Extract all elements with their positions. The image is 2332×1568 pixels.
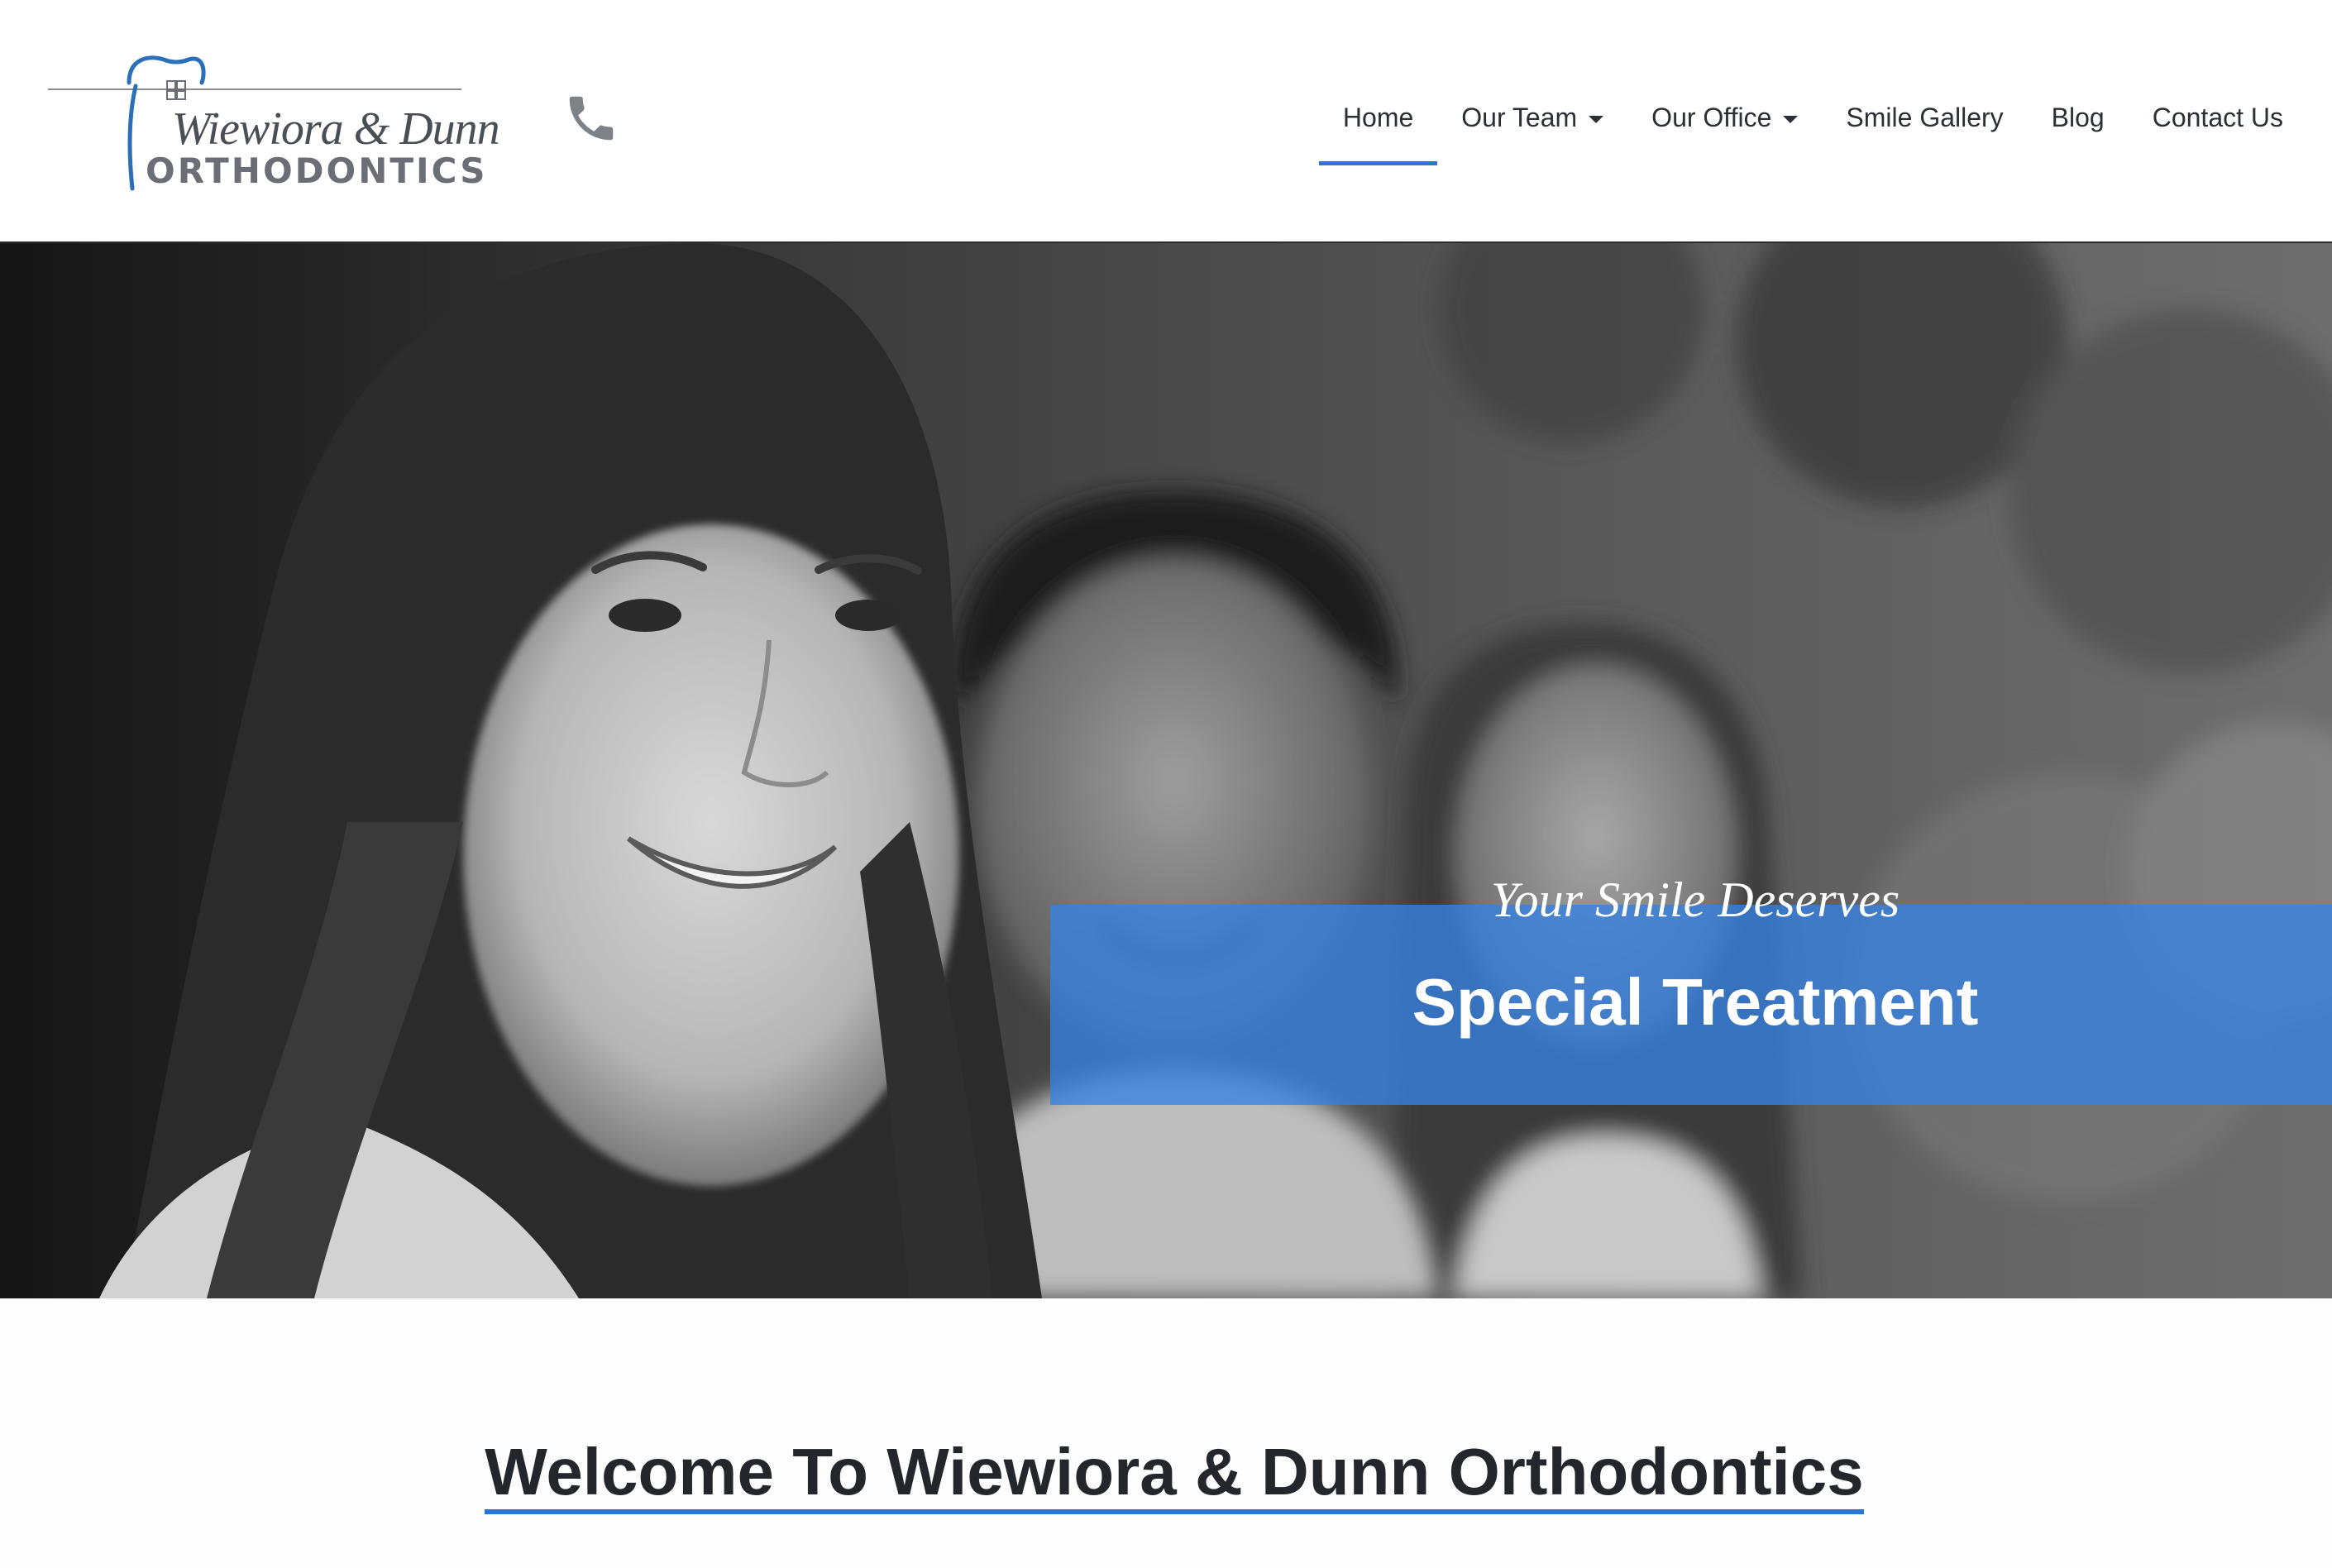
nav-item-label: Contact Us (2152, 103, 2283, 132)
caret-down-icon (1589, 116, 1604, 123)
site-logo[interactable]: Wiewiora & Dunn ORTHODONTICS (48, 50, 500, 198)
nav-item-our-team[interactable]: Our Team (1437, 83, 1627, 165)
welcome-heading: Welcome To Wiewiora & Dunn Orthodontics (0, 1434, 2332, 1514)
nav-item-home[interactable]: Home (1318, 83, 1438, 165)
caret-down-icon (1783, 116, 1799, 123)
nav-item-label: Home (1342, 103, 1414, 132)
nav-item-label: Smile Gallery (1846, 103, 2004, 132)
nav-item-label: Our Office (1651, 103, 1772, 132)
hero-tagline-italic: Your Smile Deserves (1490, 872, 1900, 927)
hero-photo (0, 243, 2332, 1298)
welcome-heading-text: Welcome To Wiewiora & Dunn Orthodontics (485, 1435, 1864, 1514)
nav-item-label: Blog (2051, 103, 2105, 132)
site-header: Wiewiora & Dunn ORTHODONTICS Home Our Te… (0, 0, 2332, 243)
hero-banner: Your Smile Deserves Special Treatment (0, 243, 2332, 1298)
logo-block-text: ORTHODONTICS (146, 151, 488, 191)
main-nav: Home Our Team Our Office Smile Gallery B… (1318, 83, 2307, 165)
nav-item-blog[interactable]: Blog (2028, 83, 2129, 165)
welcome-section: Welcome To Wiewiora & Dunn Orthodontics (0, 1298, 2332, 1568)
nav-item-contact-us[interactable]: Contact Us (2129, 83, 2307, 165)
nav-item-smile-gallery[interactable]: Smile Gallery (1822, 83, 2027, 165)
logo-script-text: Wiewiora & Dunn (172, 103, 500, 155)
phone-icon[interactable] (562, 89, 620, 147)
nav-item-label: Our Team (1461, 103, 1578, 132)
hero-tagline-bold: Special Treatment (1412, 965, 1979, 1039)
nav-item-our-office[interactable]: Our Office (1627, 83, 1822, 165)
